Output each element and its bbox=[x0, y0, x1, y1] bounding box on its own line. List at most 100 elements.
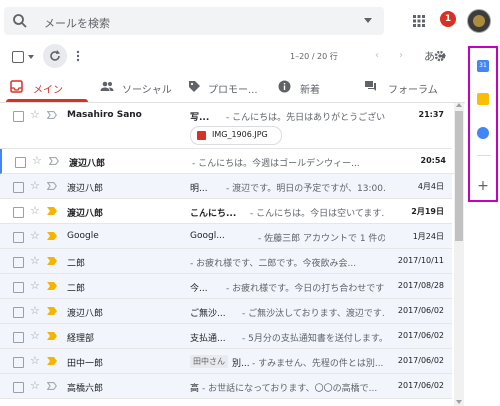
star-icon[interactable]: ☆ bbox=[32, 154, 42, 167]
email-sender: 渡辺八郎 bbox=[67, 209, 104, 219]
email-label-badge[interactable]: 田中さん bbox=[190, 355, 228, 368]
table-row[interactable]: ☆ 渡辺八郎 ご無沙... - ご無沙汰しております、渡辺です... 2017/06/0… bbox=[0, 299, 452, 324]
importance-marker-icon[interactable] bbox=[47, 332, 57, 340]
table-row[interactable]: ☆ 田中一郎 田中さん 別... - すみません、先程の件とは別... 2017/06/0… bbox=[0, 349, 452, 374]
tab-promotions[interactable]: プロモー... bbox=[178, 72, 268, 102]
search-options-icon[interactable] bbox=[364, 18, 372, 23]
top-bar: メールを検索 1 bbox=[0, 0, 500, 42]
star-icon[interactable]: ☆ bbox=[30, 354, 40, 367]
gear-icon[interactable] bbox=[434, 50, 446, 62]
search-box[interactable]: メールを検索 bbox=[4, 7, 384, 35]
email-date: 2017/06/02 bbox=[397, 356, 444, 365]
add-addon-icon[interactable]: + bbox=[477, 179, 489, 193]
table-row[interactable]: ☆ Google Googl... - 佐藤三郎 アカウントで 1 件のセキ... 1月… bbox=[0, 224, 452, 249]
importance-marker-icon[interactable] bbox=[47, 307, 57, 315]
avatar[interactable] bbox=[467, 9, 491, 33]
star-icon[interactable]: ☆ bbox=[30, 279, 40, 292]
importance-marker-icon[interactable] bbox=[47, 111, 57, 119]
tab-social-label: ソーシャル bbox=[122, 85, 172, 96]
search-input[interactable]: メールを検索 bbox=[44, 15, 110, 31]
email-sender: Masahiro Sano bbox=[67, 110, 142, 120]
search-icon[interactable] bbox=[12, 13, 28, 29]
table-row[interactable]: ☆ 二郎 - お疲れ様です、二郎です。今夜飲み会... 2017/10/11 bbox=[0, 249, 452, 274]
star-icon[interactable]: ☆ bbox=[30, 254, 40, 267]
scrollbar[interactable] bbox=[454, 103, 464, 406]
row-checkbox[interactable] bbox=[13, 232, 24, 243]
importance-marker-icon[interactable] bbox=[47, 357, 57, 365]
attachment-chip[interactable]: IMG_1906.JPG bbox=[190, 126, 282, 145]
table-row[interactable]: ☆ 経理部 支払通... - 5月分の支払通知書を送付します。... 2017/06/0… bbox=[0, 324, 452, 349]
scroll-up-icon[interactable] bbox=[456, 103, 462, 107]
importance-marker-icon[interactable] bbox=[47, 257, 57, 265]
row-checkbox[interactable] bbox=[13, 257, 24, 268]
email-date: 4月4日 bbox=[417, 182, 444, 191]
more-options-icon[interactable] bbox=[76, 49, 80, 63]
inbox-icon bbox=[10, 80, 23, 93]
table-row[interactable]: ☆ 二郎 今... - お疲れ様です。今日の打ち合わせです... 2017/08/28 bbox=[0, 274, 452, 299]
email-sender: 渡辺八郎 bbox=[67, 309, 104, 319]
side-panel-divider bbox=[477, 155, 491, 156]
side-panel-highlight: 31 + bbox=[468, 46, 498, 202]
select-dropdown-icon[interactable] bbox=[28, 55, 34, 59]
tab-social[interactable]: ソーシャル bbox=[90, 72, 178, 102]
email-snippet: - こんにちは。今週はゴールデンウィー... bbox=[192, 159, 360, 169]
row-checkbox[interactable] bbox=[13, 307, 24, 318]
forum-icon bbox=[365, 81, 376, 91]
row-checkbox[interactable] bbox=[13, 332, 24, 343]
table-row[interactable]: ☆ 渡辺八郎 こんにち... - こんにちは。今日は空いてます... 2月19日 bbox=[0, 199, 452, 224]
star-icon[interactable]: ☆ bbox=[30, 304, 40, 317]
tab-forums[interactable]: フォーラム bbox=[354, 72, 454, 102]
importance-marker-icon[interactable] bbox=[47, 207, 57, 215]
row-checkbox[interactable] bbox=[13, 182, 24, 193]
tab-promotions-label: プロモー... bbox=[208, 85, 258, 96]
table-row[interactable]: ☆ 渡辺八郎 - こんにちは。今週はゴールデンウィー... 20:54 bbox=[0, 149, 454, 174]
scroll-down-icon[interactable] bbox=[456, 400, 462, 404]
row-checkbox[interactable] bbox=[15, 157, 26, 168]
email-subject: 支払通... bbox=[190, 334, 226, 344]
email-subject: ご無沙... bbox=[190, 309, 226, 319]
row-checkbox[interactable] bbox=[13, 111, 24, 122]
star-icon[interactable]: ☆ bbox=[30, 379, 40, 392]
next-page-icon[interactable]: › bbox=[399, 50, 403, 61]
calendar-icon[interactable]: 31 bbox=[477, 60, 489, 72]
email-sender: 経理部 bbox=[67, 334, 95, 344]
tab-updates[interactable]: 新着 bbox=[268, 72, 354, 102]
email-snippet: - お世話になっております、〇〇の高橋で... bbox=[202, 384, 378, 394]
star-icon[interactable]: ☆ bbox=[30, 204, 40, 217]
importance-marker-icon[interactable] bbox=[49, 157, 59, 165]
importance-marker-icon[interactable] bbox=[47, 282, 57, 290]
email-subject: 今... bbox=[190, 284, 208, 294]
importance-marker-icon[interactable] bbox=[47, 182, 57, 190]
people-icon bbox=[100, 81, 114, 91]
importance-marker-icon[interactable] bbox=[47, 232, 57, 240]
row-checkbox[interactable] bbox=[13, 357, 24, 368]
email-sender: Google bbox=[67, 231, 99, 241]
tab-updates-label: 新着 bbox=[300, 85, 320, 96]
refresh-button[interactable] bbox=[43, 44, 67, 68]
tasks-icon[interactable] bbox=[477, 127, 489, 139]
table-row[interactable]: ☆ 高橋六郎 高 - お世話になっております、〇〇の高橋で... 2017/06/02 bbox=[0, 374, 452, 399]
row-checkbox[interactable] bbox=[13, 282, 24, 293]
star-icon[interactable]: ☆ bbox=[30, 229, 40, 242]
scrollbar-thumb[interactable] bbox=[455, 111, 463, 241]
table-row[interactable]: ☆ 渡辺八郎 明... - 渡辺です。明日の予定ですが、13:00... 4月4日 bbox=[0, 174, 452, 199]
select-all-checkbox[interactable] bbox=[12, 51, 24, 63]
notification-badge[interactable]: 1 bbox=[440, 11, 456, 27]
keep-icon[interactable] bbox=[477, 93, 489, 105]
email-snippet: - 渡辺です。明日の予定ですが、13:00... bbox=[226, 184, 385, 194]
star-icon[interactable]: ☆ bbox=[30, 329, 40, 342]
star-icon[interactable]: ☆ bbox=[30, 179, 40, 192]
email-date: 21:37 bbox=[418, 110, 444, 119]
apps-grid-icon[interactable] bbox=[412, 14, 426, 28]
prev-page-icon[interactable]: ‹ bbox=[375, 50, 379, 61]
email-snippet: - こんにちは。今日は空いてます... bbox=[250, 209, 385, 219]
star-icon[interactable]: ☆ bbox=[30, 108, 40, 121]
email-sender: 渡辺八郎 bbox=[69, 159, 106, 169]
tag-icon bbox=[189, 81, 200, 92]
email-sender: 渡辺八郎 bbox=[67, 184, 104, 194]
row-checkbox[interactable] bbox=[13, 382, 24, 393]
table-row[interactable]: ☆ Masahiro Sano 写... - こんにちは。先日はありがとうござい...… bbox=[0, 103, 452, 149]
row-checkbox[interactable] bbox=[13, 207, 24, 218]
importance-marker-icon[interactable] bbox=[47, 382, 57, 390]
tab-main[interactable]: メイン bbox=[0, 72, 88, 102]
